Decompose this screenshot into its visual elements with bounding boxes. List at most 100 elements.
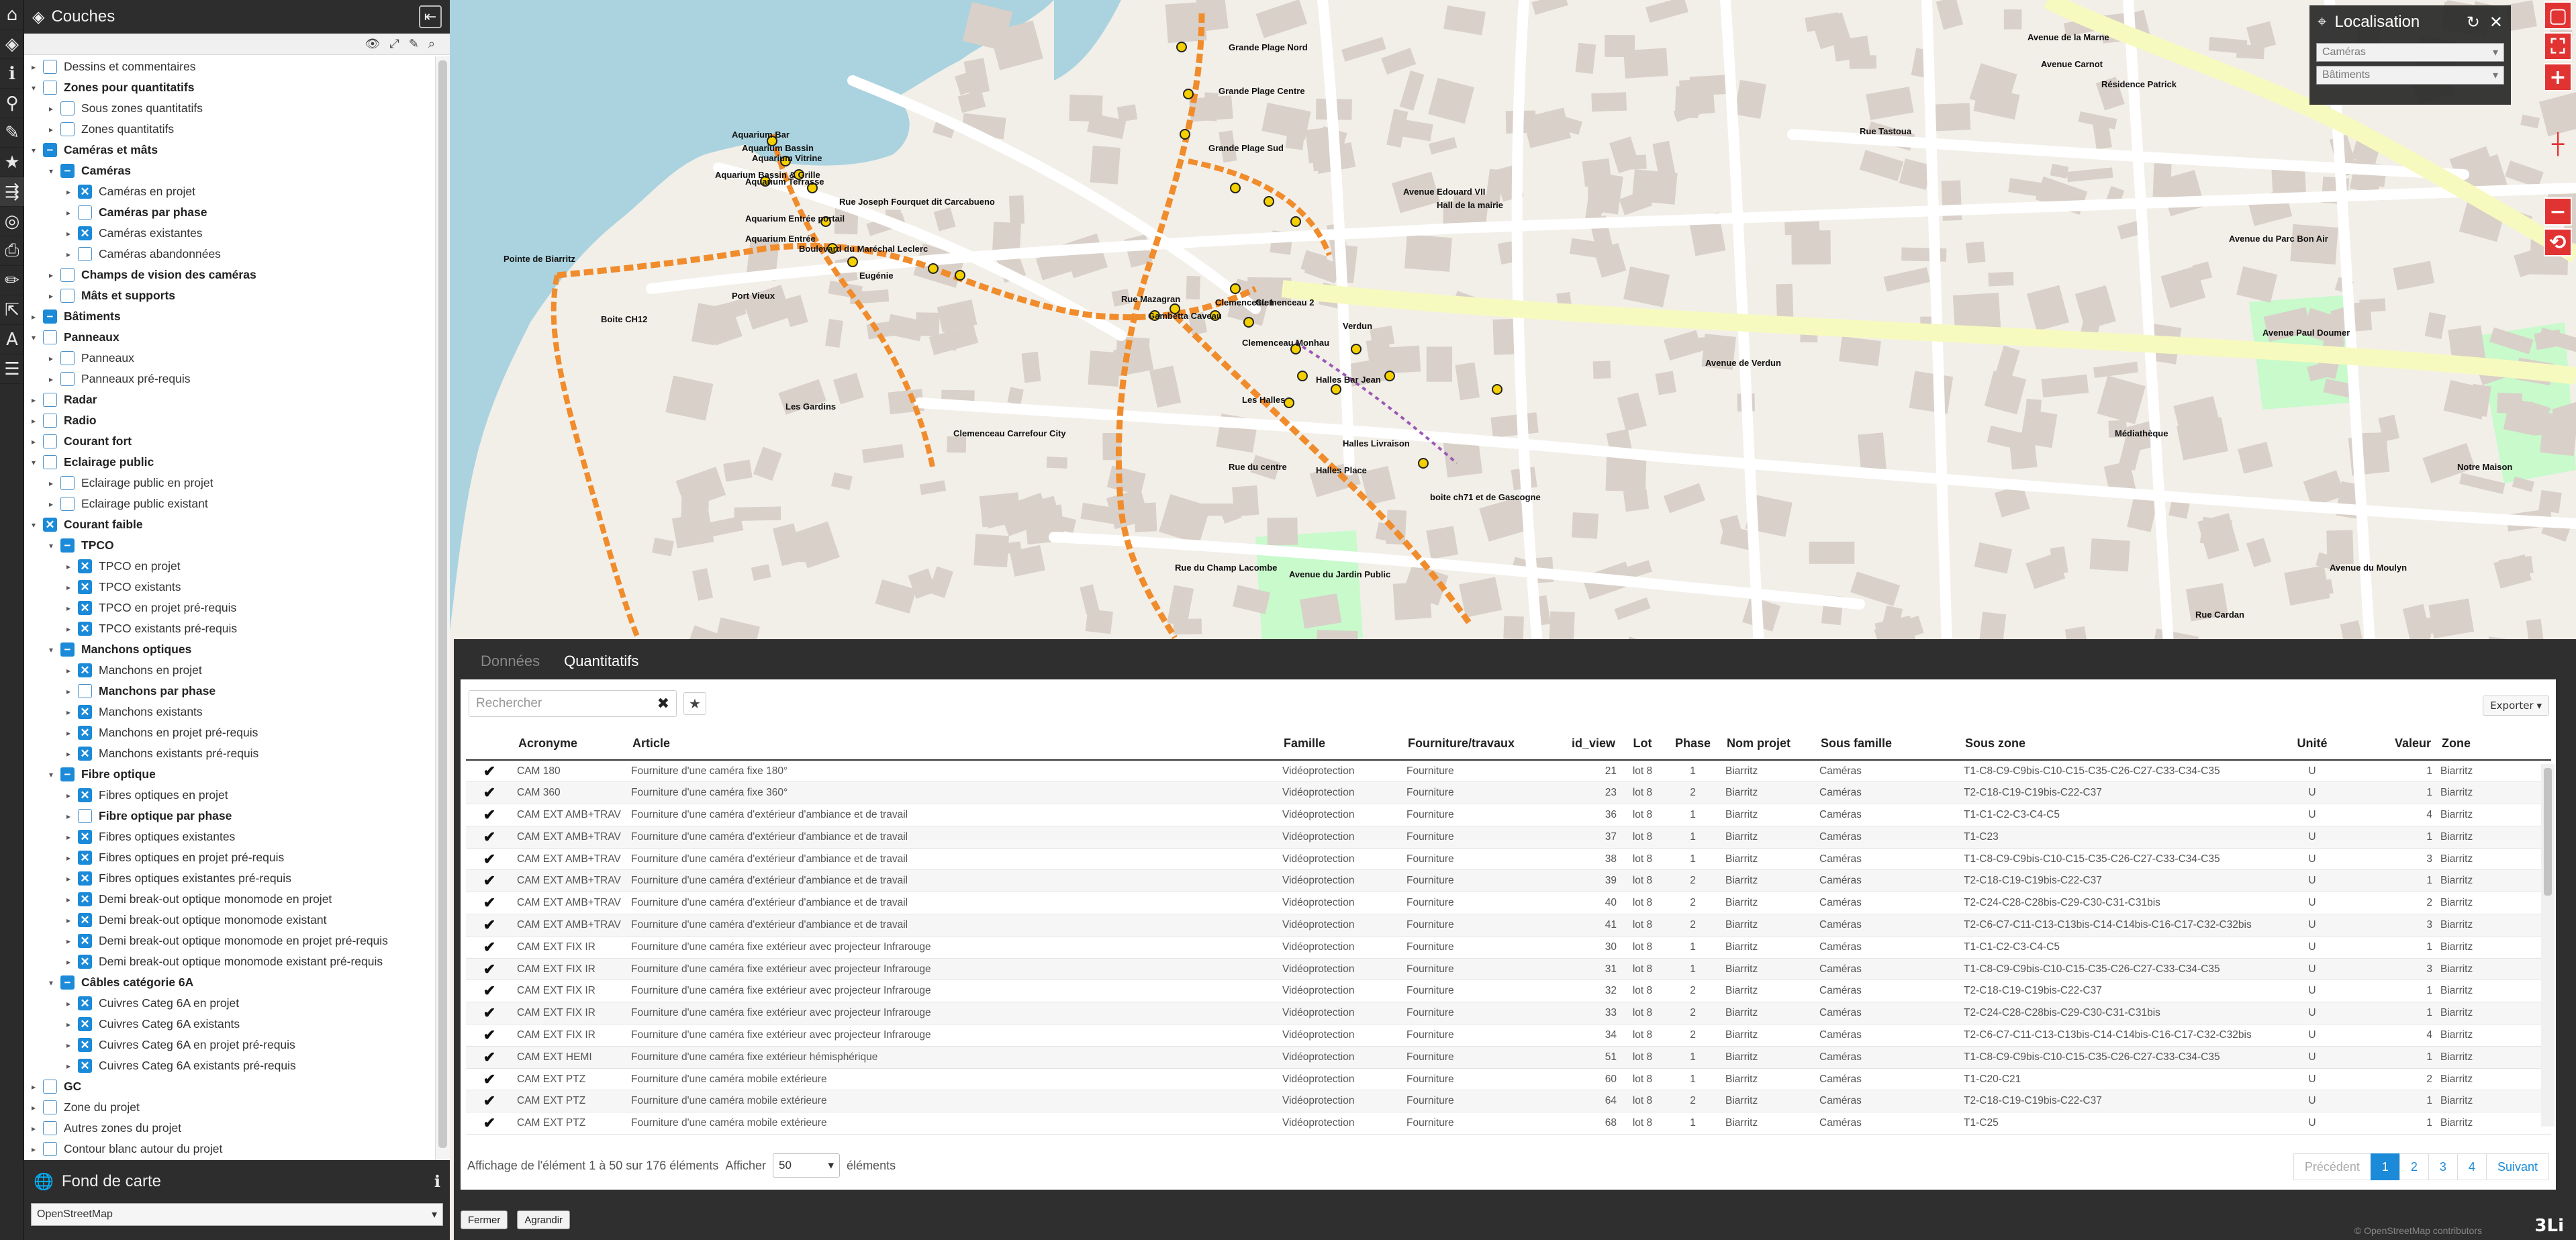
camera-point[interactable] <box>1297 371 1308 381</box>
layer-item[interactable]: ▸ Dessins et commentaires <box>24 56 435 77</box>
collapsed-caret-icon[interactable]: ▸ <box>47 291 55 301</box>
layer-checkbox[interactable] <box>60 101 75 115</box>
collapsed-caret-icon[interactable]: ▸ <box>64 583 73 592</box>
collapsed-caret-icon[interactable]: ▸ <box>47 499 55 509</box>
layer-checkbox[interactable] <box>43 1142 57 1156</box>
search-input[interactable]: Rechercher ✖ <box>469 690 677 717</box>
camera-point[interactable] <box>1284 397 1294 408</box>
layer-checkbox[interactable]: − <box>60 767 75 781</box>
camera-point[interactable] <box>847 256 858 267</box>
collapsed-caret-icon[interactable]: ▸ <box>64 604 73 613</box>
row-check-icon[interactable]: ✔ <box>466 914 513 937</box>
row-check-icon[interactable]: ✔ <box>466 804 513 826</box>
row-check-icon[interactable]: ✔ <box>466 1046 513 1069</box>
tab-donnees[interactable]: Données <box>469 653 552 679</box>
layer-item[interactable]: ▾ − Manchons optiques <box>24 639 435 660</box>
layer-item[interactable]: ▸ Champs de vision des caméras <box>24 265 435 285</box>
layer-checkbox[interactable] <box>43 81 57 95</box>
layer-item[interactable]: ▾ ✕ Courant faible <box>24 514 435 535</box>
collapsed-caret-icon[interactable]: ▸ <box>64 708 73 717</box>
collapsed-caret-icon[interactable]: ▸ <box>64 874 73 884</box>
row-check-icon[interactable]: ✔ <box>466 936 513 959</box>
layer-item[interactable]: ▸ Sous zones quantitatifs <box>24 98 435 119</box>
layer-item[interactable]: ▸ Contour blanc autour du projet <box>24 1139 435 1159</box>
list-icon[interactable]: ☰ <box>0 354 24 384</box>
collapsed-caret-icon[interactable]: ▸ <box>30 1103 38 1112</box>
layer-item[interactable]: ▸ Panneaux pré-requis <box>24 369 435 389</box>
layer-checkbox[interactable] <box>43 414 57 428</box>
layer-item[interactable]: ▸ GC <box>24 1076 435 1097</box>
table-row[interactable]: ✔ CAM EXT HEMI Fourniture d'une caméra fix… <box>466 1046 2551 1069</box>
collapsed-caret-icon[interactable]: ▸ <box>30 437 38 446</box>
zoom-out-button[interactable]: − <box>2544 197 2572 226</box>
layer-checkbox[interactable]: ✕ <box>78 226 92 240</box>
collapsed-caret-icon[interactable]: ▸ <box>64 666 73 675</box>
camera-point[interactable] <box>1176 42 1187 52</box>
tab-quantitatifs[interactable]: Quantitatifs <box>552 653 651 679</box>
table-row[interactable]: ✔ CAM EXT AMB+TRAV Fourniture d'une caméra… <box>466 869 2551 893</box>
layer-item[interactable]: ▸ Radio <box>24 410 435 431</box>
table-row[interactable]: ✔ CAM EXT AMB+TRAV Fourniture d'une caméra… <box>466 826 2551 849</box>
layer-item[interactable]: ▸ Autres zones du projet <box>24 1118 435 1139</box>
collapsed-caret-icon[interactable]: ▸ <box>64 624 73 634</box>
collapsed-caret-icon[interactable]: ▸ <box>64 687 73 696</box>
collapsed-caret-icon[interactable]: ▸ <box>30 1145 38 1154</box>
pager-page-button[interactable]: 4 <box>2456 1153 2487 1180</box>
collapsed-caret-icon[interactable]: ▸ <box>47 271 55 280</box>
camera-point[interactable] <box>1230 183 1241 193</box>
zoom-slider[interactable]: ┼ <box>2544 94 2572 195</box>
column-header[interactable]: Fourniture/travaux <box>1402 728 1554 761</box>
table-row[interactable]: ✔ CAM EXT PTZ Fourniture d'une caméra mobi… <box>466 1068 2551 1091</box>
row-check-icon[interactable]: ✔ <box>466 980 513 1003</box>
layer-checkbox[interactable] <box>43 60 57 74</box>
layer-item[interactable]: ▸ ✕ Caméras en projet <box>24 181 435 202</box>
camera-point[interactable] <box>1384 371 1395 381</box>
layer-checkbox[interactable]: ✕ <box>78 580 92 594</box>
expanded-caret-icon[interactable]: ▾ <box>47 166 55 176</box>
column-header[interactable]: Sous zone <box>1960 728 2275 761</box>
rotate-icon[interactable]: ⟲ <box>2544 228 2572 256</box>
layer-item[interactable]: ▸ ✕ Cuivres Categ 6A existants <box>24 1014 435 1035</box>
extent-icon[interactable]: ⛶ <box>2544 32 2572 60</box>
layer-item[interactable]: ▸ ✕ TPCO existants <box>24 577 435 598</box>
layer-checkbox[interactable]: ✕ <box>78 622 92 636</box>
layer-checkbox[interactable] <box>60 497 75 511</box>
layer-item[interactable]: ▸ Eclairage public existant <box>24 493 435 514</box>
pager-page-button[interactable]: 1 <box>2370 1153 2400 1180</box>
layer-checkbox[interactable] <box>43 330 57 344</box>
collapsed-caret-icon[interactable]: ▸ <box>64 957 73 967</box>
layer-item[interactable]: ▸ Radar <box>24 389 435 410</box>
enlarge-button[interactable]: Agrandir <box>517 1210 571 1229</box>
layer-item[interactable]: ▾ Eclairage public <box>24 452 435 473</box>
column-header[interactable]: Article <box>627 728 1278 761</box>
expanded-caret-icon[interactable]: ▾ <box>30 458 38 467</box>
layer-checkbox[interactable]: ✕ <box>78 663 92 677</box>
camera-select[interactable]: Caméras ▾ <box>2316 43 2504 62</box>
collapsed-caret-icon[interactable]: ▸ <box>64 895 73 904</box>
column-header[interactable]: id_view <box>1554 728 1621 761</box>
collapsed-caret-icon[interactable]: ▸ <box>64 728 73 738</box>
camera-point[interactable] <box>1243 317 1254 328</box>
layer-checkbox[interactable] <box>78 684 92 698</box>
layer-item[interactable]: ▸ Panneaux <box>24 348 435 369</box>
camera-point[interactable] <box>1183 89 1194 99</box>
layer-checkbox[interactable]: ✕ <box>78 892 92 906</box>
column-header[interactable]: Lot <box>1621 728 1664 761</box>
symbol-icon[interactable]: A <box>0 325 24 354</box>
column-header[interactable]: Unité <box>2275 728 2349 761</box>
row-check-icon[interactable]: ✔ <box>466 760 513 783</box>
target-icon[interactable]: ◎ <box>0 207 24 236</box>
collapsed-caret-icon[interactable]: ▸ <box>64 853 73 863</box>
info-icon[interactable]: ℹ <box>0 59 24 89</box>
print-icon[interactable]: ⎙ <box>0 236 24 266</box>
layer-item[interactable]: ▸ ✕ Cuivres Categ 6A en projet <box>24 993 435 1014</box>
expanded-caret-icon[interactable]: ▾ <box>30 520 38 530</box>
edit-icon[interactable]: ✎ <box>409 37 419 51</box>
table-row[interactable]: ✔ CAM EXT FIX IR Fourniture d'une caméra f… <box>466 980 2551 1003</box>
camera-point[interactable] <box>955 270 965 281</box>
layer-checkbox[interactable] <box>60 372 75 386</box>
layer-checkbox[interactable]: ✕ <box>78 934 92 948</box>
table-row[interactable]: ✔ CAM EXT FIX IR Fourniture d'une caméra f… <box>466 1002 2551 1025</box>
layer-item[interactable]: ▸ Mâts et supports <box>24 285 435 306</box>
layer-item[interactable]: ▾ Zones pour quantitatifs <box>24 77 435 98</box>
